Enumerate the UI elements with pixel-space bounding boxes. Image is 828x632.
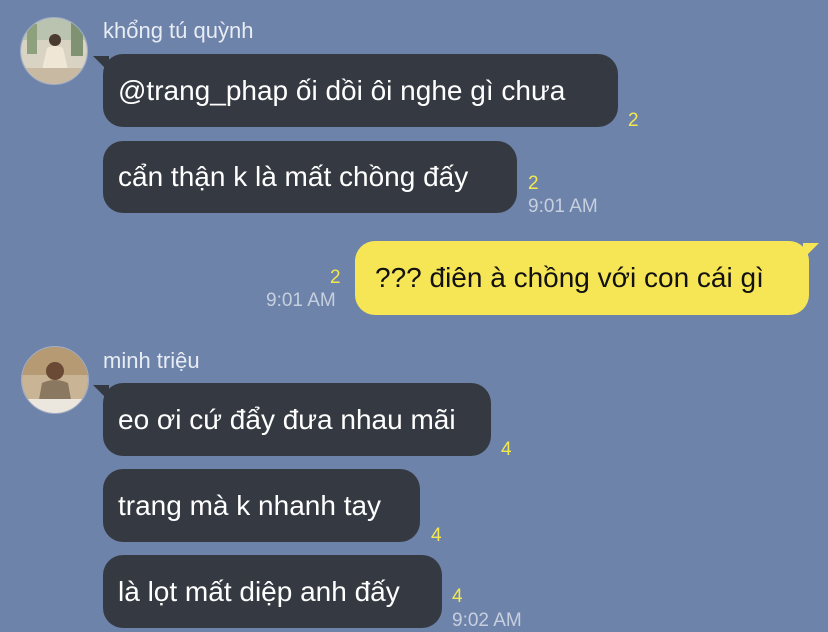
message-bubble[interactable]: @trang_phap ối dồi ôi nghe gì chưa xyxy=(93,54,618,127)
message-text: cẩn thận k là mất chồng đấy xyxy=(118,161,469,192)
read-count: 2 xyxy=(528,173,539,194)
message-text: là lọt mất diệp anh đấy xyxy=(118,575,400,607)
read-count: 2 xyxy=(330,267,341,288)
read-count: 2 xyxy=(628,110,639,131)
message-time: 9:01 AM xyxy=(528,196,598,217)
message-text: @trang_phap ối dồi ôi nghe gì chưa xyxy=(118,74,566,106)
read-count: 4 xyxy=(501,439,512,460)
message-text: trang mà k nhanh tay xyxy=(118,489,382,521)
sender-avatar-minh-trieu[interactable] xyxy=(21,346,89,414)
read-count: 4 xyxy=(452,586,463,607)
read-count: 4 xyxy=(431,525,442,546)
sender-name: khổng tú quỳnh xyxy=(103,18,254,43)
message-bubble[interactable]: eo ơi cứ đẩy đưa nhau mãi xyxy=(93,383,491,456)
message-bubble[interactable]: là lọt mất diệp anh đấy xyxy=(103,555,442,628)
avatar-photo-icon xyxy=(21,18,87,84)
message-time: 9:01 AM xyxy=(266,290,336,311)
message-text: ??? điên à chồng với con cái gì xyxy=(375,262,764,293)
avatar-photo-icon xyxy=(22,347,88,413)
message-bubble[interactable]: cẩn thận k là mất chồng đấy xyxy=(103,141,517,213)
message-bubble[interactable]: trang mà k nhanh tay xyxy=(103,469,420,542)
sender-avatar-khong-tu-quynh[interactable] xyxy=(20,17,88,85)
outgoing-message-bubble[interactable]: ??? điên à chồng với con cái gì xyxy=(355,241,819,315)
message-text: eo ơi cứ đẩy đưa nhau mãi xyxy=(118,403,456,435)
sender-name: minh triệu xyxy=(103,348,200,373)
